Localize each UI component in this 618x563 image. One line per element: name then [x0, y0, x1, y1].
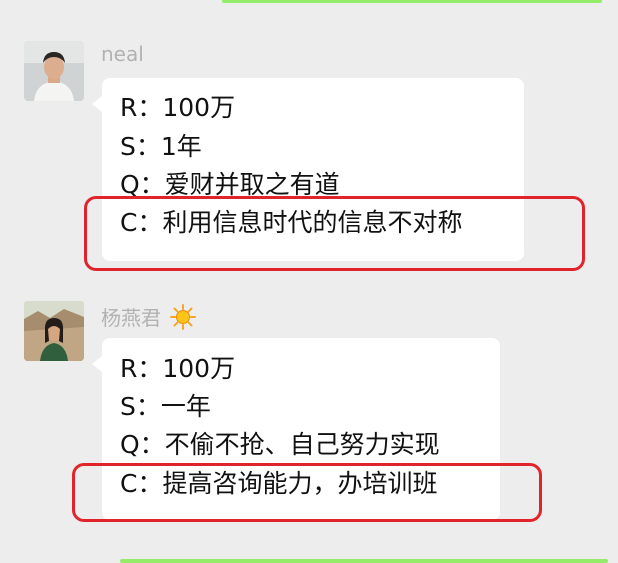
sender-name: 杨燕君: [101, 302, 197, 336]
sun-icon: [169, 303, 197, 336]
message-line-r: R：100万: [120, 93, 236, 122]
previous-message-bubble-edge: [222, 0, 602, 3]
sender-name: neal: [101, 42, 144, 66]
avatar-photo: [24, 301, 84, 361]
avatar-neal[interactable]: [24, 41, 84, 101]
message-line-r: R：100万: [120, 354, 236, 383]
avatar-yang[interactable]: [24, 301, 84, 361]
message-line-s: S：1年: [120, 132, 202, 161]
sender-name-text: 杨燕君: [101, 306, 161, 330]
message-line-s: S：一年: [120, 392, 211, 421]
message-line-q: Q：不偷不抢、自己努力实现: [120, 430, 440, 459]
red-highlight-box: [84, 196, 585, 271]
next-message-bubble-edge: [120, 559, 608, 563]
avatar-photo: [24, 41, 84, 101]
red-highlight-box: [72, 463, 542, 522]
